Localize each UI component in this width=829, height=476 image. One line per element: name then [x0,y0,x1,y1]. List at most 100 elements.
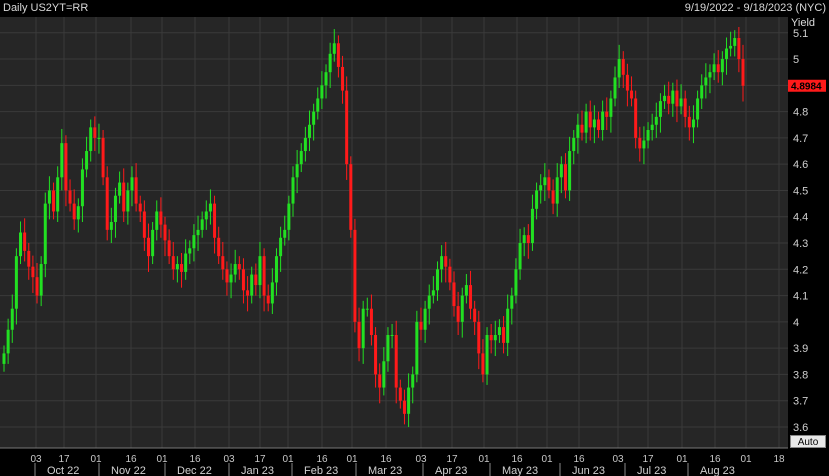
candle-body [299,151,303,165]
candle-body [262,256,266,296]
candle-body [415,321,419,375]
candle-body [506,308,510,343]
candle-body [175,264,179,270]
candle-body [477,321,481,354]
candle-body [580,124,584,133]
month-label: Dec 22 [177,465,212,476]
candle-body [737,38,741,60]
candle-body [328,53,332,73]
candle-body [407,387,411,414]
candle-body [597,119,601,131]
candle-body [6,329,10,354]
candle-body [89,127,93,152]
candle-body [188,248,192,254]
month-label: Jan 23 [241,465,274,476]
y-tick-label: 4.3 [793,238,808,250]
candle-body [390,334,394,336]
candle-body [241,269,245,291]
candle-body [134,177,138,204]
candle-body [19,232,23,257]
candle-body [720,59,724,73]
month-label: May 23 [502,465,538,476]
y-tick-label: 3.6 [793,422,808,434]
candle-body [31,266,35,278]
month-label: Apr 23 [435,465,467,476]
candle-body [192,235,196,249]
candle-body [93,127,97,138]
candle-body [456,306,460,322]
candle-body [704,77,708,86]
candle-body [142,211,146,238]
candle-body [621,59,625,75]
month-label: Oct 22 [47,465,79,476]
candle-body [658,101,662,117]
candle-body [52,190,56,212]
candle-body [559,164,563,178]
candle-body [539,185,543,191]
date-range: 9/19/2022 - 9/18/2023 (NYC) [684,2,826,14]
candle-body [138,203,142,212]
candle-body [535,190,539,209]
candle-body [233,264,237,275]
y-tick-label: 4.6 [793,159,808,171]
candle-body [634,98,638,138]
candle-body [671,90,675,104]
candle-body [171,256,175,270]
candle-body [72,203,76,220]
candle-body [625,74,629,91]
y-tick-label: 4.5 [793,185,808,197]
auto-scale-button[interactable]: Auto [790,435,826,448]
candle-body [324,72,328,86]
candle-body [650,124,654,131]
candle-body [435,269,439,291]
candle-body [184,253,188,272]
x-tick-label: 16 [316,454,328,465]
candle-body [217,237,221,257]
candle-body [663,95,667,102]
y-tick-label: 5 [793,54,799,66]
candle-body [274,256,278,283]
candle-body [151,229,155,257]
candle-body [572,137,576,152]
candle-body [464,285,468,296]
candle-body [427,295,431,309]
candle-body [691,119,695,128]
candle-body [336,43,340,67]
candle-body [270,282,274,304]
candle-body [485,334,489,375]
candle-body [497,327,501,335]
candle-body [489,334,493,341]
candle-body [208,203,212,212]
candle-body [675,90,679,107]
candle-body [155,211,159,230]
candle-body [76,206,80,220]
candle-body [85,151,89,170]
x-tick-label: 16 [573,454,585,465]
candle-body [23,232,27,251]
candle-body [654,116,658,125]
x-tick-label: 01 [676,454,688,465]
x-tick-label: 01 [90,454,102,465]
x-tick-label: 16 [189,454,201,465]
x-tick-label: 03 [415,454,427,465]
candle-body [97,137,101,139]
candle-body [716,64,720,73]
plot-area [0,17,788,448]
candle-body [452,282,456,307]
candle-body [469,285,473,309]
candle-body [2,353,6,364]
candle-body [386,334,390,362]
candle-body [64,143,68,191]
candle-body [378,374,382,388]
yield-chart: 3.63.73.83.944.14.24.34.44.54.64.74.84.9… [0,17,826,476]
candle-body [345,90,349,165]
candle-body [204,211,208,220]
candle-body [196,229,200,236]
candle-body [460,295,464,322]
candle-body [365,308,369,310]
candle-body [130,177,134,191]
candle-body [43,203,47,265]
y-tick-label: 3.8 [793,369,808,381]
candle-body [493,334,497,341]
candle-body [522,235,526,244]
